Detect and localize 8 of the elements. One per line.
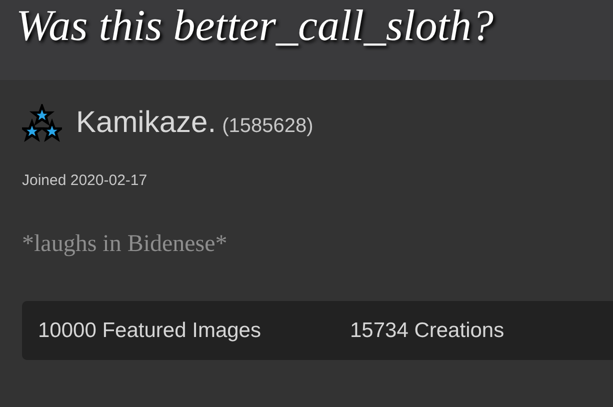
caption-text: Was this better_call_sloth? [16, 1, 494, 50]
username: Kamikaze. [76, 106, 216, 139]
bio-text: *laughs in Bidenese* [22, 231, 228, 258]
stars-icon [22, 104, 62, 142]
stat-label: 10000 Featured Images [38, 318, 261, 342]
points-count: (1585628) [222, 115, 314, 137]
join-date: Joined 2020-02-17 [22, 172, 148, 189]
stat-label: 15734 Creations [350, 318, 504, 342]
